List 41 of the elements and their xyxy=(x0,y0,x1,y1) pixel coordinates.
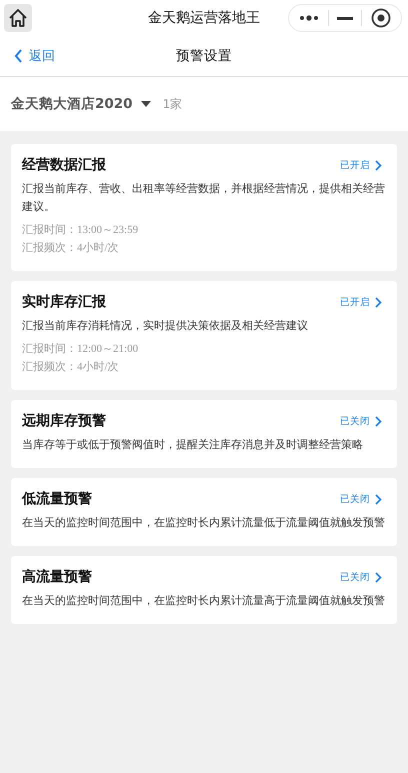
alert-card[interactable]: 低流量预警 已关闭 在当天的监控时间范围中，在监控时长内累计流量低于流量阈值就触发预警 xyxy=(11,478,397,546)
status-link[interactable]: 已关闭 xyxy=(340,414,382,428)
card-detail: 汇报时间：12:00～21:00 xyxy=(22,342,140,357)
status-link[interactable]: 已开启 xyxy=(340,296,382,308)
card-title: 远期库存预警 xyxy=(22,412,106,430)
more-icon[interactable] xyxy=(299,15,320,21)
alert-card[interactable]: 高流量预警 已关闭 在当天的监控时间范围中，在监控时长内累计流量高于流量阈值就触发预警 xyxy=(11,556,397,624)
home-button[interactable] xyxy=(4,4,32,32)
close-icon[interactable] xyxy=(370,8,391,28)
app-title: 金天鹅运营落地王 xyxy=(148,9,260,27)
card-description: 当库存等于或低于预警阀值时，提醒关注库存消息并及时调整经营策略 xyxy=(22,438,364,453)
alert-card[interactable]: 实时库存汇报 已开启 汇报当前库存消耗情况，实时提供决策依据及相关经营建议 汇报时间：12:00～21:00 汇报频次：4小时/次 xyxy=(11,281,397,390)
caret-icon xyxy=(140,101,151,107)
card-description: 在当天的监控时间范围中，在监控时长内累计流量低于流量阈值就触发预警 xyxy=(22,516,386,531)
card-description: 汇报当前库存、营收、出租率等经营数据，并根据经营情况，提供相关经营建议。 xyxy=(22,182,386,215)
home-icon xyxy=(8,8,28,28)
alert-card[interactable]: 远期库存预警 已关闭 当库存等于或低于预警阀值时，提醒关注库存消息并及时调整经营策略 xyxy=(11,400,397,468)
back-button[interactable]: 返回 xyxy=(14,47,55,65)
card-title: 低流量预警 xyxy=(22,490,92,508)
hotel-dropdown[interactable]: 金天鹅大酒店2020 xyxy=(11,95,151,113)
card-title: 经营数据汇报 xyxy=(22,156,106,174)
card-description: 在当天的监控时间范围中，在监控时长内累计流量高于流量阈值就触发预警 xyxy=(22,594,386,609)
chevron-left-icon xyxy=(14,49,23,63)
card-detail: 汇报频次：4小时/次 xyxy=(22,360,120,375)
chevron-right-icon xyxy=(375,416,382,426)
chevron-right-icon xyxy=(375,494,382,504)
status-link[interactable]: 已关闭 xyxy=(340,492,382,506)
card-detail: 汇报频次：4小时/次 xyxy=(22,241,120,256)
card-detail: 汇报时间：13:00～23:59 xyxy=(22,223,140,238)
minimize-icon[interactable] xyxy=(336,16,353,20)
status-link[interactable]: 已关闭 xyxy=(340,570,382,584)
chevron-right-icon xyxy=(375,160,382,170)
hotel-count: 1家 xyxy=(162,96,182,112)
chevron-right-icon xyxy=(375,572,382,582)
card-title: 实时库存汇报 xyxy=(22,293,106,311)
card-description: 汇报当前库存消耗情况，实时提供决策依据及相关经营建议 xyxy=(22,318,309,334)
status-link[interactable]: 已开启 xyxy=(340,158,382,172)
page-title: 预警设置 xyxy=(176,47,232,65)
card-title: 高流量预警 xyxy=(22,568,92,586)
alert-card[interactable]: 经营数据汇报 已开启 汇报当前库存、营收、出租率等经营数据，并根据经营情况，提供相关经营建议。 汇报时间：13:00～23:59 汇报频次：4小时/次 xyxy=(11,144,397,271)
chevron-right-icon xyxy=(375,296,382,308)
